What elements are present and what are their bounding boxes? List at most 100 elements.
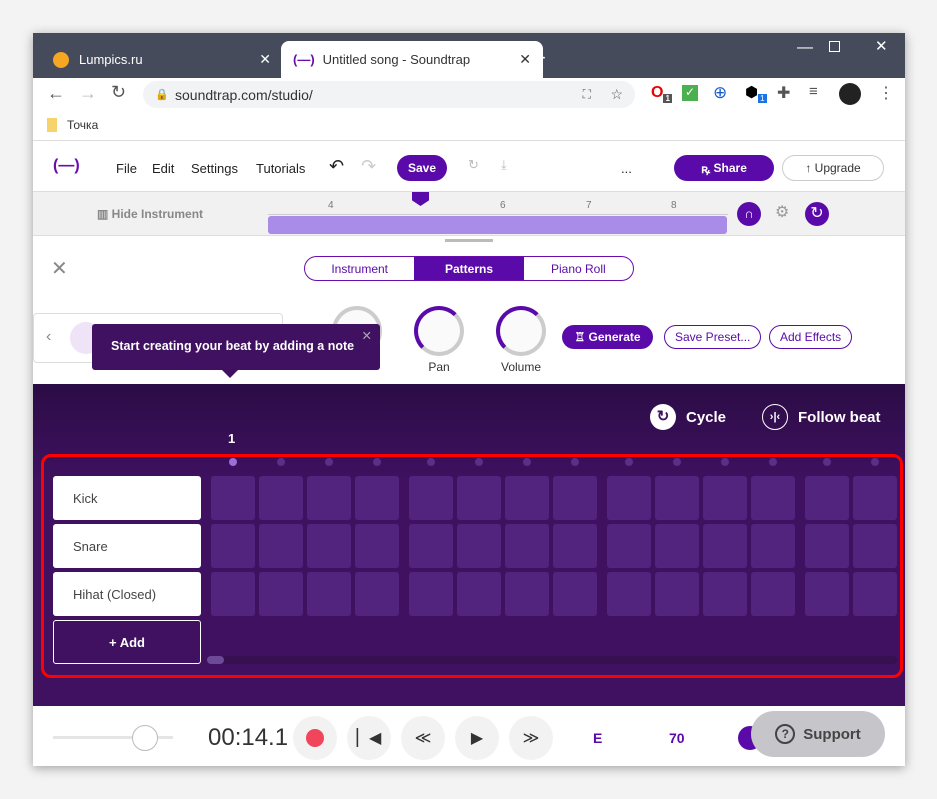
fast-forward-button[interactable]: ≫ bbox=[509, 716, 553, 760]
step-cell[interactable] bbox=[307, 524, 351, 568]
media-icon[interactable]: ≡ bbox=[809, 83, 818, 100]
skip-start-button[interactable]: ▏◀ bbox=[347, 716, 391, 760]
url-input[interactable]: 🔒 soundtrap.com/studio/ ⛶ ☆ bbox=[143, 81, 635, 108]
close-panel-icon[interactable]: ✕ bbox=[51, 256, 68, 281]
close-tab-icon[interactable]: ✕ bbox=[519, 51, 531, 68]
download-icon[interactable]: ⤓ bbox=[501, 157, 507, 173]
close-window-icon[interactable]: ✕ bbox=[875, 37, 888, 55]
pan-knob[interactable] bbox=[414, 306, 464, 356]
hide-instrument-button[interactable]: ▥ Hide Instrument bbox=[97, 207, 203, 221]
step-cell[interactable] bbox=[355, 524, 399, 568]
generate-button[interactable]: ♖ Generate bbox=[562, 325, 653, 349]
step-cell[interactable] bbox=[505, 476, 549, 520]
follow-beat-toggle[interactable]: ›|‹ Follow beat bbox=[762, 404, 881, 430]
close-tab-icon[interactable]: ✕ bbox=[259, 51, 271, 68]
menu-edit[interactable]: Edit bbox=[152, 161, 174, 176]
track-snare[interactable]: Snare bbox=[53, 524, 201, 568]
step-cell[interactable] bbox=[211, 524, 255, 568]
track-hihat[interactable]: Hihat (Closed) bbox=[53, 572, 201, 616]
step-cell[interactable] bbox=[259, 476, 303, 520]
gear-icon[interactable]: ⚙ bbox=[775, 202, 789, 222]
puzzle-icon[interactable]: ✚ bbox=[777, 83, 790, 103]
playhead[interactable] bbox=[412, 192, 429, 206]
step-cell[interactable] bbox=[355, 476, 399, 520]
step-cell[interactable] bbox=[307, 572, 351, 616]
chevron-left-icon[interactable]: ‹ bbox=[46, 328, 51, 346]
record-button[interactable] bbox=[293, 716, 337, 760]
step-cell[interactable] bbox=[751, 572, 795, 616]
step-cell[interactable] bbox=[457, 476, 501, 520]
kebab-menu-icon[interactable]: ⋮ bbox=[878, 83, 894, 103]
forward-icon[interactable]: → bbox=[79, 83, 97, 104]
step-cell[interactable] bbox=[703, 524, 747, 568]
tempo-display[interactable]: 70 bbox=[669, 730, 685, 746]
loop-icon[interactable]: ↻ bbox=[805, 202, 829, 226]
step-cell[interactable] bbox=[259, 572, 303, 616]
history-icon[interactable]: ↻ bbox=[468, 157, 479, 173]
step-cell[interactable] bbox=[553, 572, 597, 616]
bookmark-tochka[interactable]: Точка bbox=[47, 110, 98, 140]
loop-region[interactable] bbox=[268, 216, 727, 234]
tab-soundtrap[interactable]: (—) Untitled song - Soundtrap ✕ bbox=[281, 41, 543, 78]
step-cell[interactable] bbox=[853, 524, 897, 568]
tab-piano-roll[interactable]: Piano Roll bbox=[524, 257, 633, 280]
ruler[interactable] bbox=[268, 214, 728, 215]
resize-handle[interactable] bbox=[445, 239, 493, 242]
close-tooltip-icon[interactable]: ✕ bbox=[362, 328, 372, 343]
step-cell[interactable] bbox=[409, 524, 453, 568]
maximize-icon[interactable] bbox=[829, 41, 840, 52]
key-display[interactable]: E bbox=[593, 730, 602, 746]
horizontal-scrollbar[interactable] bbox=[207, 656, 897, 664]
step-cell[interactable] bbox=[355, 572, 399, 616]
step-cell[interactable] bbox=[703, 572, 747, 616]
step-cell[interactable] bbox=[751, 476, 795, 520]
step-cell[interactable] bbox=[457, 524, 501, 568]
translate-icon[interactable]: ⛶ bbox=[583, 87, 591, 102]
opera-extension-icon[interactable]: O1 bbox=[651, 84, 672, 104]
redo-icon[interactable]: ↷ bbox=[361, 156, 376, 177]
new-tab-icon[interactable]: + bbox=[533, 45, 546, 71]
step-cell[interactable] bbox=[307, 476, 351, 520]
step-cell[interactable] bbox=[505, 524, 549, 568]
step-cell[interactable] bbox=[703, 476, 747, 520]
step-cell[interactable] bbox=[607, 476, 651, 520]
share-button[interactable]: ꝶ Share bbox=[674, 155, 774, 181]
step-cell[interactable] bbox=[505, 572, 549, 616]
step-cell[interactable] bbox=[805, 524, 849, 568]
step-cell[interactable] bbox=[853, 572, 897, 616]
cycle-toggle[interactable]: ↻ Cycle bbox=[650, 404, 726, 430]
check-extension-icon[interactable]: ✓ bbox=[682, 85, 698, 101]
avatar[interactable] bbox=[839, 83, 861, 105]
back-icon[interactable]: ← bbox=[47, 83, 65, 104]
menu-tutorials[interactable]: Tutorials bbox=[256, 161, 305, 176]
step-cell[interactable] bbox=[553, 476, 597, 520]
undo-icon[interactable]: ↶ bbox=[329, 156, 344, 177]
step-cell[interactable] bbox=[607, 524, 651, 568]
step-cell[interactable] bbox=[553, 524, 597, 568]
tab-patterns[interactable]: Patterns bbox=[414, 257, 524, 280]
magnet-icon[interactable]: ∩ bbox=[737, 202, 761, 226]
step-cell[interactable] bbox=[409, 476, 453, 520]
soundtrap-logo-icon[interactable]: (—) bbox=[53, 157, 80, 175]
tab-lumpics[interactable]: Lumpics.ru ✕ bbox=[43, 41, 283, 78]
step-cell[interactable] bbox=[409, 572, 453, 616]
menu-settings[interactable]: Settings bbox=[191, 161, 238, 176]
minimize-icon[interactable]: — bbox=[797, 39, 813, 57]
track-kick[interactable]: Kick bbox=[53, 476, 201, 520]
play-button[interactable]: ▶ bbox=[455, 716, 499, 760]
globe-extension-icon[interactable]: ⊕ bbox=[713, 83, 727, 103]
save-preset-button[interactable]: Save Preset... bbox=[664, 325, 762, 349]
save-button[interactable]: Save bbox=[397, 155, 447, 181]
support-button[interactable]: ? Support bbox=[751, 711, 885, 757]
add-track-button[interactable]: + Add bbox=[53, 620, 201, 664]
box-extension-icon[interactable]: ⬢ 1 bbox=[745, 83, 767, 103]
scrollbar-thumb[interactable] bbox=[207, 656, 224, 664]
rewind-button[interactable]: ≪ bbox=[401, 716, 445, 760]
step-cell[interactable] bbox=[655, 524, 699, 568]
volume-slider-thumb[interactable] bbox=[132, 725, 158, 751]
step-cell[interactable] bbox=[259, 524, 303, 568]
tab-instrument[interactable]: Instrument bbox=[305, 257, 414, 280]
reload-icon[interactable]: ↻ bbox=[111, 82, 126, 103]
step-cell[interactable] bbox=[805, 572, 849, 616]
upgrade-button[interactable]: ↑ Upgrade bbox=[782, 155, 884, 181]
